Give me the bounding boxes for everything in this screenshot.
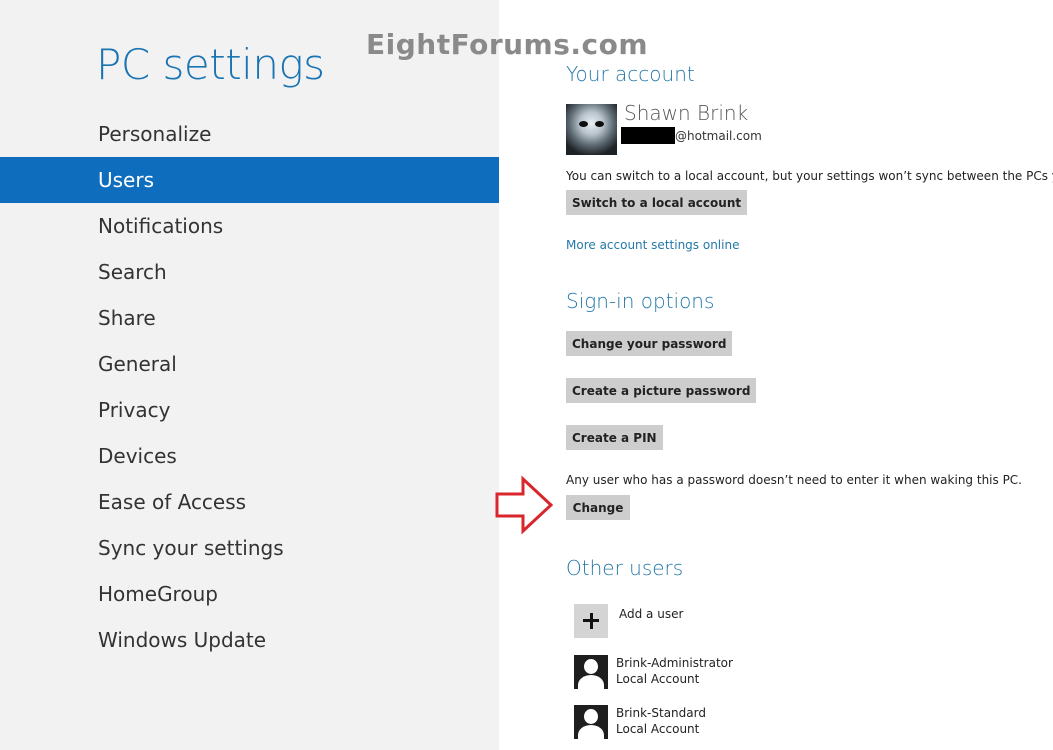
create-picture-password-button[interactable]: Create a picture password (566, 378, 757, 403)
your-account-heading: Your account (566, 62, 695, 86)
avatar-eye-right (595, 121, 604, 127)
sidebar-item-personalize[interactable]: Personalize (0, 111, 499, 157)
sidebar-item-share[interactable]: Share (0, 295, 499, 341)
sidebar-item-homegroup[interactable]: HomeGroup (0, 571, 499, 617)
avatar (566, 104, 617, 155)
sidebar-item-general[interactable]: General (0, 341, 499, 387)
user-account-type: Local Account (616, 672, 700, 686)
right-arrow-outline-icon (495, 475, 554, 535)
plus-icon (574, 604, 608, 638)
user-name: Brink-Standard (616, 706, 706, 720)
sign-in-options-heading: Sign-in options (566, 289, 715, 313)
sidebar-nav: Personalize Users Notifications Search S… (0, 111, 499, 663)
sidebar-item-users[interactable]: Users (0, 157, 499, 203)
more-account-settings-link[interactable]: More account settings online (566, 238, 739, 252)
user-tile-brink-standard[interactable]: Brink-Standard Local Account (574, 705, 706, 741)
wake-password-info: Any user who has a password doesn’t need… (566, 473, 1022, 487)
content-pane: Your account Shawn Brink @hotmail.com Yo… (566, 0, 1053, 750)
sidebar: PC settings Personalize Users Notificati… (0, 0, 499, 750)
switch-local-account-button[interactable]: Switch to a local account (566, 190, 748, 215)
email-redaction (621, 127, 675, 144)
add-user-label: Add a user (619, 607, 684, 621)
add-user-button[interactable]: Add a user (574, 604, 683, 640)
account-name: Shawn Brink (624, 101, 749, 125)
sidebar-item-devices[interactable]: Devices (0, 433, 499, 479)
user-silhouette-icon (574, 705, 608, 739)
change-password-button[interactable]: Change your password (566, 331, 733, 356)
create-pin-button[interactable]: Create a PIN (566, 425, 663, 450)
email-domain: @hotmail.com (675, 128, 762, 143)
sidebar-item-sync-settings[interactable]: Sync your settings (0, 525, 499, 571)
user-name: Brink-Administrator (616, 656, 733, 670)
change-button[interactable]: Change (566, 495, 630, 520)
page-title: PC settings (96, 40, 325, 89)
avatar-eye-left (579, 121, 588, 127)
switch-account-info: You can switch to a local account, but y… (566, 169, 1053, 183)
user-account-type: Local Account (616, 722, 700, 736)
sidebar-item-windows-update[interactable]: Windows Update (0, 617, 499, 663)
sidebar-item-notifications[interactable]: Notifications (0, 203, 499, 249)
sidebar-item-search[interactable]: Search (0, 249, 499, 295)
account-email: @hotmail.com (621, 127, 762, 144)
sidebar-item-ease-of-access[interactable]: Ease of Access (0, 479, 499, 525)
user-tile-brink-administrator[interactable]: Brink-Administrator Local Account (574, 655, 733, 691)
sidebar-item-privacy[interactable]: Privacy (0, 387, 499, 433)
user-silhouette-icon (574, 655, 608, 689)
other-users-heading: Other users (566, 556, 684, 580)
